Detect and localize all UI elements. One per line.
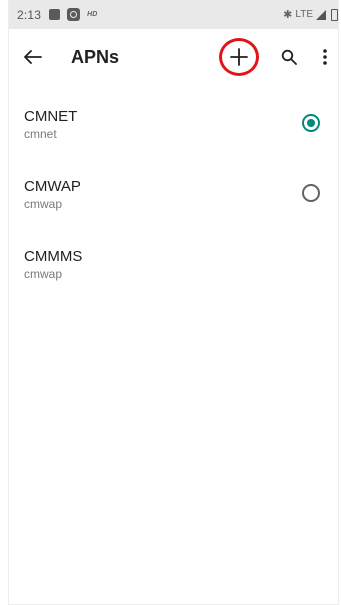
phone-screen: 2:13 HD ✱ LTE APNs CMNET cmnet CMWAP cmw…: [8, 0, 339, 605]
apn-name: CMMMS: [24, 248, 83, 265]
status-time: 2:13: [17, 7, 42, 22]
apn-radio[interactable]: [302, 184, 320, 202]
hd-indicator: HD: [87, 11, 98, 18]
apn-name: CMNET: [24, 108, 78, 125]
network-type-label: LTE: [295, 9, 313, 20]
back-button[interactable]: [21, 45, 45, 69]
apn-value: cmnet: [24, 127, 57, 141]
app-notification-icon: [67, 8, 81, 21]
apn-item-cmnet[interactable]: CMNET cmnet: [9, 95, 338, 165]
page-title: APNs: [71, 46, 120, 67]
arrow-left-icon: [24, 50, 42, 64]
search-icon: [281, 49, 297, 65]
apn-list: CMNET cmnet CMWAP cmwap CMMMS cmwap: [9, 95, 338, 305]
add-apn-button[interactable]: [219, 38, 259, 76]
plus-icon: [230, 48, 248, 66]
search-button[interactable]: [277, 45, 301, 69]
bluetooth-icon: ✱: [283, 9, 293, 21]
more-vert-icon: [323, 49, 327, 65]
apn-radio-selected[interactable]: [302, 114, 320, 132]
status-bar: 2:13 HD ✱ LTE: [9, 0, 338, 29]
apn-value: cmwap: [24, 267, 63, 281]
apn-item-cmmms[interactable]: CMMMS cmwap: [9, 235, 338, 305]
app-bar: APNs: [9, 29, 338, 85]
battery-icon: [331, 8, 338, 21]
signal-icon: [316, 9, 326, 20]
apn-item-cmwap[interactable]: CMWAP cmwap: [9, 165, 338, 235]
apn-value: cmwap: [24, 197, 63, 211]
gallery-notification-icon: [49, 9, 61, 20]
status-indicators: ✱ LTE: [283, 8, 338, 21]
more-options-button[interactable]: [315, 45, 335, 69]
apn-name: CMWAP: [24, 178, 81, 195]
